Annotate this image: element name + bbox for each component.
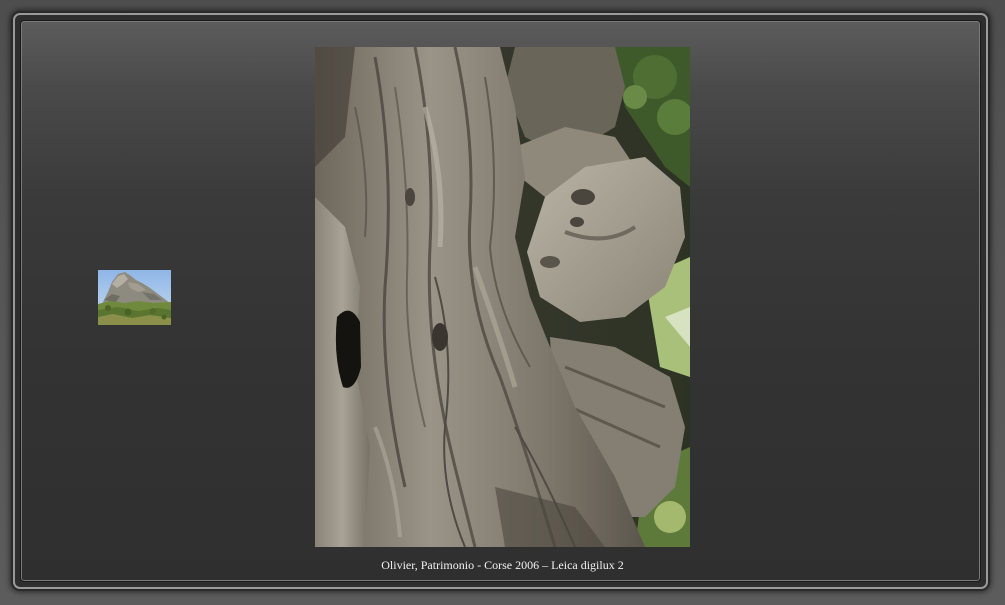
olive-tree-trunk-photo-icon: [315, 47, 690, 547]
rocky-outcrop-thumbnail-icon: [98, 270, 171, 325]
photo-caption: Olivier, Patrimonio - Corse 2006 – Leica…: [381, 558, 624, 572]
previous-image-thumbnail[interactable]: [98, 270, 171, 325]
main-photo: [315, 47, 690, 547]
